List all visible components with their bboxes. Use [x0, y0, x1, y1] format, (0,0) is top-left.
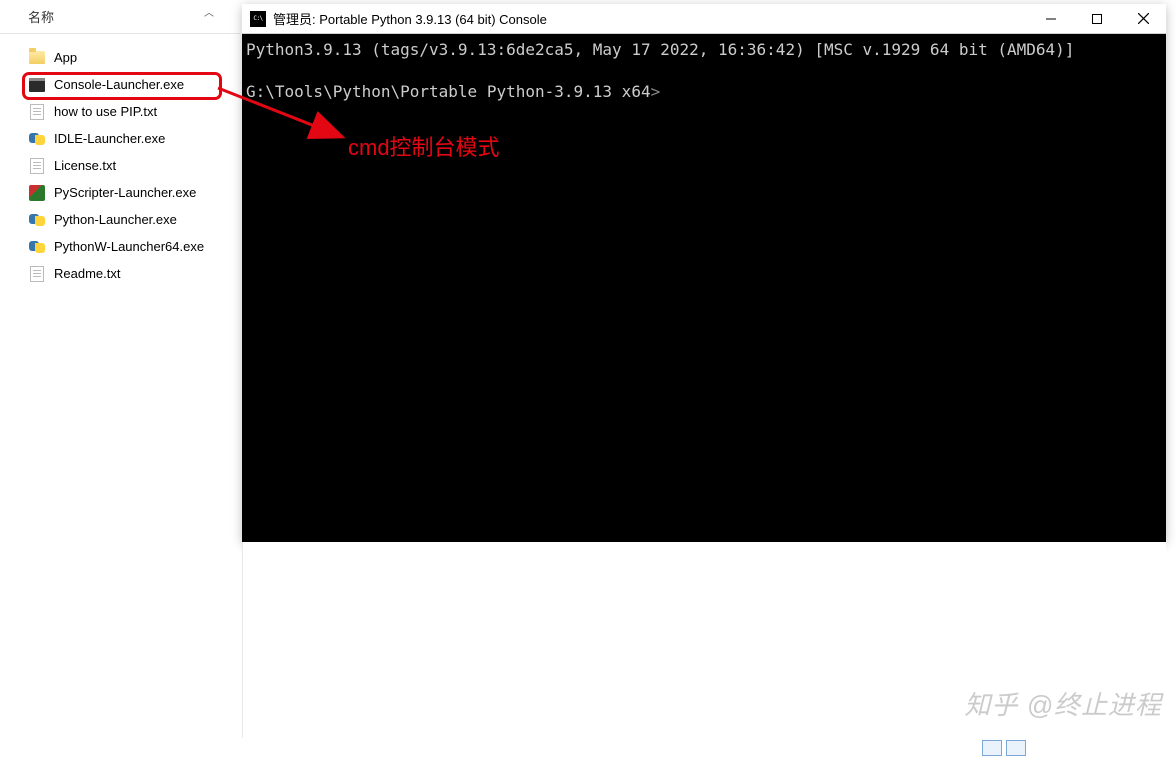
file-name: Readme.txt [54, 266, 120, 281]
python-icon [28, 238, 46, 256]
file-row-how-to-use-pip[interactable]: how to use PIP.txt [0, 98, 240, 125]
console-app-icon: C:\ [250, 11, 266, 27]
file-explorer-panel: 名称 ︿ App Console-Launcher.exe how to use… [0, 0, 240, 762]
file-row-pythonw-launcher[interactable]: PythonW-Launcher64.exe [0, 233, 240, 260]
file-name: Python-Launcher.exe [54, 212, 177, 227]
tray-icon-2[interactable] [1006, 740, 1026, 756]
blank-area [242, 542, 1166, 738]
python-icon [28, 211, 46, 229]
exe-icon [28, 76, 46, 94]
window-title: 管理员: Portable Python 3.9.13 (64 bit) Con… [273, 9, 1028, 28]
file-row-idle-launcher[interactable]: IDLE-Launcher.exe [0, 125, 240, 152]
console-version-line: Python3.9.13 (tags/v3.9.13:6de2ca5, May … [246, 40, 1074, 59]
console-body[interactable]: Python3.9.13 (tags/v3.9.13:6de2ca5, May … [242, 34, 1166, 542]
python-icon [28, 130, 46, 148]
folder-icon [28, 49, 46, 67]
minimize-icon [1046, 14, 1056, 24]
file-row-license[interactable]: License.txt [0, 152, 240, 179]
maximize-icon [1092, 14, 1102, 24]
txt-icon [28, 103, 46, 121]
file-name: how to use PIP.txt [54, 104, 157, 119]
close-icon [1138, 13, 1149, 24]
console-prompt-path: G:\Tools\Python\Portable Python-3.9.13 x… [246, 82, 651, 101]
txt-icon [28, 157, 46, 175]
file-name: License.txt [54, 158, 116, 173]
file-row-console-launcher[interactable]: Console-Launcher.exe [0, 71, 240, 98]
minimize-button[interactable] [1028, 4, 1074, 33]
file-row-python-launcher[interactable]: Python-Launcher.exe [0, 206, 240, 233]
titlebar[interactable]: C:\ 管理员: Portable Python 3.9.13 (64 bit)… [242, 4, 1166, 34]
sort-caret-icon: ︿ [204, 4, 214, 19]
tray-icon-1[interactable] [982, 740, 1002, 756]
file-row-readme[interactable]: Readme.txt [0, 260, 240, 287]
file-row-app[interactable]: App [0, 44, 240, 71]
explorer-header[interactable]: 名称 ︿ [0, 0, 240, 34]
column-header-name: 名称 [28, 7, 54, 26]
tray-area [982, 740, 1026, 756]
maximize-button[interactable] [1074, 4, 1120, 33]
file-name: App [54, 50, 77, 65]
file-name: PythonW-Launcher64.exe [54, 239, 204, 254]
file-name: Console-Launcher.exe [54, 77, 184, 92]
file-row-pyscripter-launcher[interactable]: PyScripter-Launcher.exe [0, 179, 240, 206]
txt-icon [28, 265, 46, 283]
window-controls [1028, 4, 1166, 33]
file-name: IDLE-Launcher.exe [54, 131, 165, 146]
file-name: PyScripter-Launcher.exe [54, 185, 196, 200]
file-list: App Console-Launcher.exe how to use PIP.… [0, 34, 240, 287]
close-button[interactable] [1120, 4, 1166, 33]
console-prompt-symbol: > [651, 82, 661, 101]
console-window: C:\ 管理员: Portable Python 3.9.13 (64 bit)… [242, 4, 1166, 542]
pyscripter-icon [28, 184, 46, 202]
